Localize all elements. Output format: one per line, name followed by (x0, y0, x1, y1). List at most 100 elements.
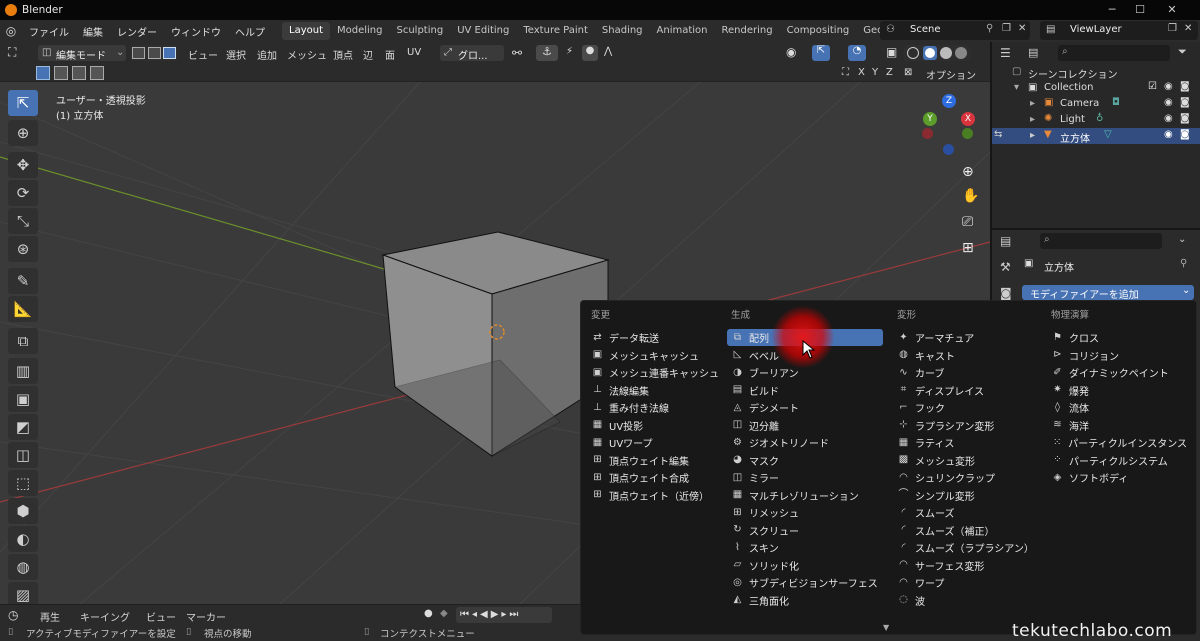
axis-x-toggle[interactable]: X (858, 67, 865, 78)
wireframe-shading-icon[interactable] (907, 47, 919, 59)
face-select-icon[interactable] (163, 47, 176, 59)
falloff-icon[interactable]: ⋀ (604, 46, 612, 57)
modifier-menu-item[interactable]: ✐ ダイナミックペイント (1047, 364, 1187, 381)
auto-merge-icon[interactable]: ⊠ (904, 67, 912, 78)
scroll-down-icon[interactable]: ▼ (883, 623, 889, 632)
menu-select[interactable]: 選択 (226, 47, 246, 62)
modifier-menu-item[interactable]: ⚙ ジオメトリノード (727, 434, 883, 451)
record-icon[interactable]: ● (424, 608, 433, 619)
modifier-menu-item[interactable]: ◜ スムーズ (893, 504, 1039, 521)
xray-icon[interactable]: ▣ (886, 45, 897, 59)
menu-render[interactable]: レンダー (110, 24, 164, 39)
expand-arrow-icon[interactable]: ▸ (1030, 98, 1035, 109)
timeline-marker[interactable]: マーカー (186, 609, 226, 624)
perspective-grid-icon[interactable]: ⊞ (962, 240, 974, 256)
properties-editor-icon[interactable]: ▤ (1000, 234, 1011, 248)
checkbox-icon[interactable]: ☑ (1148, 81, 1157, 92)
modifier-menu-item[interactable]: ∿ カーブ (893, 364, 1039, 381)
tab-compositing[interactable]: Compositing (780, 22, 857, 40)
modifier-menu-item[interactable]: ▩ メッシュ変形 (893, 452, 1039, 469)
zoom-icon[interactable]: ⊕ (962, 164, 974, 180)
modifier-menu-item[interactable]: ▦ UV投影 (587, 417, 727, 434)
loop-cut-tool-icon[interactable]: ◫ (8, 442, 38, 468)
modifier-menu-item[interactable]: ⊥ 重み付き法線 (587, 399, 727, 416)
gizmo-x-axis[interactable]: X (961, 112, 975, 126)
light-data-icon[interactable]: ♁ (1096, 113, 1103, 124)
modifier-menu-item[interactable]: ◠ サーフェス変形 (893, 557, 1039, 574)
visibility-icon[interactable]: ◉ (786, 45, 796, 59)
timeline-view[interactable]: ビュー (146, 609, 176, 624)
modifier-menu-item[interactable]: ⌒ シンプル変形 (893, 487, 1039, 504)
modifier-menu-item[interactable]: ⁙ パーティクルインスタンス (1047, 434, 1187, 451)
proportional-edit-icon[interactable]: ● (582, 45, 598, 61)
modifier-menu-item[interactable]: ▦ ラティス (893, 434, 1039, 451)
transform-orientation-dropdown[interactable]: ⤢ グロ... (440, 45, 504, 62)
gizmo-neg-z[interactable] (943, 144, 954, 155)
display-mode-icon[interactable]: ▤ (1028, 46, 1038, 59)
menu-add[interactable]: 追加 (257, 47, 277, 62)
modifier-menu-item[interactable]: ⊥ 法線編集 (587, 382, 727, 399)
modifier-menu-item[interactable]: ◫ ミラー (727, 469, 883, 486)
menu-uv[interactable]: UV (407, 47, 421, 58)
delete-scene-icon[interactable]: ✕ (1018, 23, 1026, 34)
outliner-item-collection[interactable]: ▾ ▣ Collection ☑ ◉ ◙ (992, 80, 1200, 96)
hand-pan-icon[interactable]: ✋ (962, 188, 979, 204)
bevel-tool-icon[interactable]: ◩ (8, 414, 38, 440)
select-extend-icon[interactable] (54, 66, 68, 80)
modifier-menu-item[interactable]: ◜ スムーズ（補正） (893, 522, 1039, 539)
properties-search-input[interactable]: ⌕ (1040, 233, 1162, 249)
select-new-icon[interactable] (36, 66, 50, 80)
close-button[interactable]: ✕ (1158, 0, 1186, 20)
tab-sculpting[interactable]: Sculpting (390, 22, 451, 40)
modifier-menu-item[interactable]: ◊ 流体 (1047, 399, 1187, 416)
modifier-menu-item[interactable]: ◈ ソフトボディ (1047, 469, 1187, 486)
modifier-menu-item[interactable]: ↻ スクリュー (727, 522, 883, 539)
tab-animation[interactable]: Animation (650, 22, 715, 40)
modifier-menu-item[interactable]: ⚑ クロス (1047, 329, 1187, 346)
delete-layer-icon[interactable]: ✕ (1184, 23, 1192, 34)
camera-render-icon[interactable]: ◙ (1180, 81, 1190, 92)
pivot-icon[interactable]: ⚯ (512, 46, 522, 60)
filter-icon[interactable]: ⏷ (1178, 45, 1187, 59)
modifier-menu-item[interactable]: ⁘ パーティクルシステム (1047, 452, 1187, 469)
menu-edge[interactable]: 辺 (363, 47, 373, 62)
modifier-menu-item[interactable]: ◬ デシメート (727, 399, 883, 416)
navigation-gizmo[interactable]: Z Y X (920, 92, 980, 162)
menu-mesh[interactable]: メッシュ (287, 47, 327, 62)
modifier-menu-item[interactable]: ◭ 三角面化 (727, 592, 883, 609)
modifier-menu-item[interactable]: ◫ 辺分離 (727, 417, 883, 434)
select-invert-icon[interactable] (90, 66, 104, 80)
eye-icon[interactable]: ◉ (1164, 97, 1173, 108)
modifier-menu-item[interactable]: ⌐ フック (893, 399, 1039, 416)
playback-controls[interactable]: ⏮◂◀▶▸⏭ (456, 607, 552, 623)
scene-selector[interactable]: ⚇ Scene ⚲ ❐ ✕ (880, 21, 1030, 40)
tool-tab-icon[interactable]: ⚒ (1000, 260, 1011, 274)
menu-face[interactable]: 面 (385, 47, 395, 62)
modifier-menu-item[interactable]: ⊞ 頂点ウェイト（近傍） (587, 487, 727, 504)
snap-settings-icon[interactable]: ⚡ (566, 46, 573, 57)
modifier-menu-item[interactable]: ⊹ ラプラシアン変形 (893, 417, 1039, 434)
outliner-editor-icon[interactable]: ☰ (1000, 46, 1011, 60)
modifier-menu-item[interactable]: ✷ 爆発 (1047, 382, 1187, 399)
inset-tool-icon[interactable]: ▣ (8, 386, 38, 412)
edge-select-icon[interactable] (148, 47, 161, 59)
minimize-button[interactable]: ─ (1098, 0, 1126, 20)
modifier-menu-item[interactable]: ▣ メッシュキャッシュ (587, 347, 727, 364)
maximize-button[interactable]: ☐ (1126, 0, 1154, 20)
modifier-menu-item[interactable]: ◎ サブディビジョンサーフェス (727, 574, 883, 591)
modifier-menu-item[interactable]: ✦ アーマチュア (893, 329, 1039, 346)
gizmo-y-axis[interactable]: Y (923, 112, 937, 126)
modifier-menu-item[interactable]: ▦ マルチレゾリューション (727, 487, 883, 504)
modifier-menu-item[interactable]: ▦ UVワープ (587, 434, 727, 451)
modifier-menu-item[interactable]: ◠ ワープ (893, 574, 1039, 591)
pin-icon[interactable]: ⚲ (1180, 258, 1187, 269)
tab-shading[interactable]: Shading (595, 22, 650, 40)
options-dropdown[interactable]: オプション (926, 67, 976, 82)
transform-tool-icon[interactable]: ⊛ (8, 236, 38, 262)
gizmo-z-axis[interactable]: Z (942, 94, 956, 108)
view-layer-selector[interactable]: ▤ ViewLayer ❐ ✕ (1040, 21, 1198, 40)
snap-icon[interactable]: ⚓ (536, 45, 558, 61)
modifier-menu-item[interactable]: ▣ メッシュ連番キャッシュ (587, 364, 727, 381)
expand-arrow-icon[interactable]: ▾ (1014, 82, 1019, 93)
axis-y-toggle[interactable]: Y (872, 67, 878, 78)
